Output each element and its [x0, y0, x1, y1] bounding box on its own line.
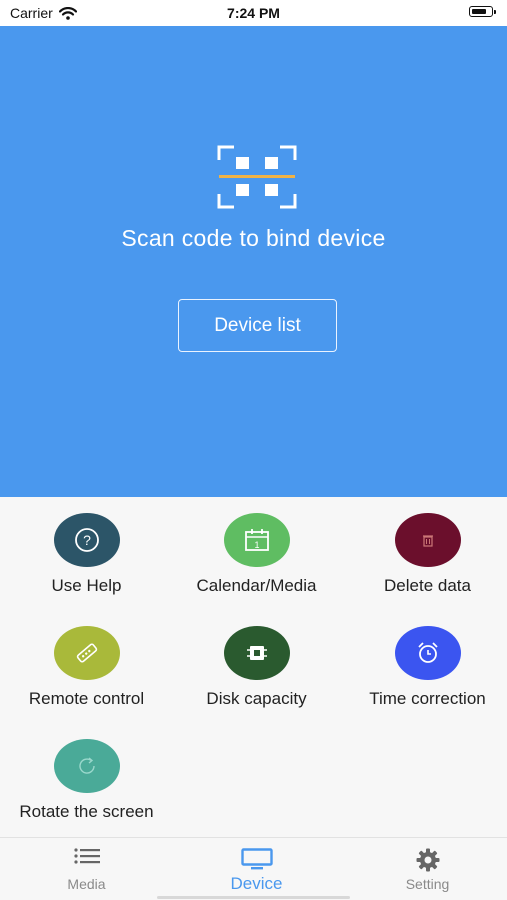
delete-data-label: Delete data — [384, 576, 471, 595]
tab-device[interactable]: Device — [172, 838, 341, 900]
remote-icon — [76, 643, 98, 663]
chip-icon — [247, 646, 267, 660]
calendar-icon: 1 — [245, 529, 269, 551]
delete-data-circle — [395, 513, 461, 567]
disk-capacity-label: Disk capacity — [206, 689, 307, 708]
rotate-icon — [79, 757, 95, 774]
tab-media-label: Media — [67, 876, 106, 892]
status-bar: Carrier 7:24 PM — [0, 0, 507, 26]
gear-icon — [416, 848, 439, 872]
time-correction-button[interactable]: Time correction — [343, 610, 507, 720]
use-help-circle: ? — [54, 513, 120, 567]
device-list-button[interactable]: Device list — [178, 299, 337, 352]
tab-bar: Media Device Setting — [0, 837, 507, 900]
calendar-media-circle: 1 — [224, 513, 290, 567]
home-indicator — [157, 896, 350, 899]
use-help-button[interactable]: ? Use Help — [2, 497, 171, 607]
scan-bind-text: Scan code to bind device — [121, 225, 386, 251]
status-time: 7:24 PM — [227, 5, 280, 21]
trash-icon — [423, 535, 433, 547]
rotate-screen-circle — [54, 739, 120, 793]
delete-data-button[interactable]: Delete data — [343, 497, 507, 607]
qr-scan-icon[interactable] — [216, 144, 298, 210]
time-correction-label: Time correction — [369, 689, 486, 708]
scan-hero: Scan code to bind device Device list — [0, 26, 507, 497]
tab-setting[interactable]: Setting — [343, 838, 507, 900]
disk-capacity-button[interactable]: Disk capacity — [172, 610, 341, 720]
tab-media[interactable]: Media — [2, 838, 171, 900]
calendar-media-button[interactable]: 1 Calendar/Media — [172, 497, 341, 607]
list-icon — [73, 848, 100, 864]
use-help-label: Use Help — [51, 576, 122, 595]
rotate-screen-button[interactable]: Rotate the screen — [2, 723, 171, 833]
remote-control-label: Remote control — [28, 689, 145, 708]
svg-text:1: 1 — [254, 540, 259, 550]
help-icon: ? — [75, 528, 99, 552]
disk-capacity-circle — [224, 626, 290, 680]
function-grid: ? Use Help 1 Calendar/Media Delete data … — [0, 497, 507, 837]
battery-indicator — [469, 6, 496, 17]
rotate-screen-label: Rotate the screen — [19, 802, 154, 821]
battery-icon — [469, 6, 496, 17]
battery-fill — [471, 8, 486, 14]
remote-control-button[interactable]: Remote control — [2, 610, 171, 720]
alarm-clock-icon — [418, 642, 438, 663]
tab-setting-label: Setting — [405, 876, 450, 892]
tab-device-label: Device — [230, 874, 283, 893]
monitor-icon — [240, 848, 273, 870]
remote-control-circle — [54, 626, 120, 680]
svg-text:?: ? — [83, 532, 91, 548]
calendar-media-label: Calendar/Media — [196, 576, 317, 595]
time-correction-circle — [395, 626, 461, 680]
